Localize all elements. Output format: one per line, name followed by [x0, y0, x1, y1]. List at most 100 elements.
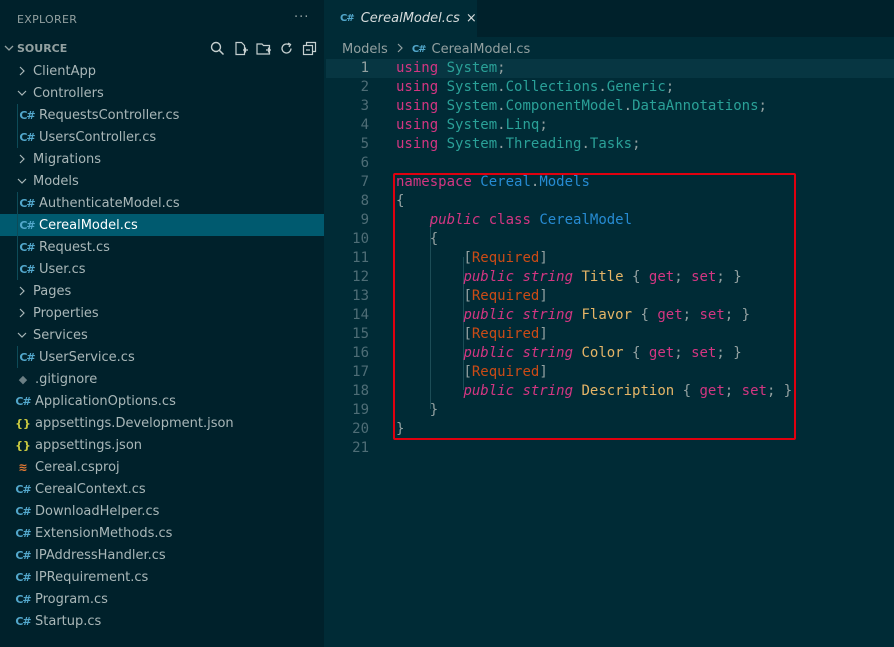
code-text: using System.Linq; — [396, 116, 548, 135]
search-icon[interactable] — [209, 40, 226, 57]
tree-item-label: RequestsController.cs — [39, 107, 180, 123]
tree-file[interactable]: ≋ Cereal.csproj — [0, 456, 324, 478]
tree-item-label: CerealModel.cs — [39, 217, 138, 233]
tree-file[interactable]: C# Startup.cs — [0, 610, 324, 632]
tree-item-label: IPAddressHandler.cs — [35, 547, 166, 563]
line-number: 15 — [352, 326, 369, 342]
line-number: 10 — [352, 231, 369, 247]
code-line[interactable]: 6 — [326, 154, 894, 173]
code-line[interactable]: 21 — [326, 439, 894, 458]
code-token: Threading — [505, 136, 582, 152]
tree-file[interactable]: C# ExtensionMethods.cs — [0, 522, 324, 544]
code-token: . — [497, 98, 506, 114]
source-section-header[interactable]: SOURCE — [0, 37, 324, 59]
tree-item-label: Cereal.csproj — [35, 459, 120, 475]
tree-file[interactable]: C# ApplicationOptions.cs — [0, 390, 324, 412]
explorer-title: EXPLORER — [17, 13, 78, 26]
refresh-icon[interactable] — [278, 40, 295, 57]
tree-item-label: UserService.cs — [39, 349, 135, 365]
code-text: using System; — [396, 59, 506, 78]
tree-indent-guide — [17, 104, 18, 126]
tree-folder[interactable]: Pages — [0, 280, 324, 302]
tree-file[interactable]: {} appsettings.json — [0, 434, 324, 456]
tab-cerealmodel[interactable]: C# CerealModel.cs × — [326, 0, 477, 37]
csharp-file-icon: C# — [19, 108, 35, 122]
code-token: . — [623, 98, 633, 114]
json-file-icon: {} — [15, 416, 31, 430]
tree-file[interactable]: C# RequestsController.cs — [0, 104, 324, 126]
tree-file[interactable]: C# CerealModel.cs — [0, 214, 324, 236]
collapse-all-icon[interactable] — [301, 40, 318, 57]
tree-folder[interactable]: Migrations — [0, 148, 324, 170]
code-token: using — [396, 79, 439, 95]
line-number: 2 — [360, 79, 369, 95]
git-file-icon: ◆ — [18, 372, 28, 386]
tree-file[interactable]: C# IPRequirement.cs — [0, 566, 324, 588]
code-line[interactable]: 4 using System.Linq; — [326, 116, 894, 135]
line-number: 16 — [352, 345, 369, 361]
tree-file[interactable]: C# IPAddressHandler.cs — [0, 544, 324, 566]
tree-item-label: CerealContext.cs — [35, 481, 146, 497]
breadcrumb-file[interactable]: CerealModel.cs — [432, 42, 531, 57]
tree-file[interactable]: C# AuthenticateModel.cs — [0, 192, 324, 214]
csharp-file-icon: C# — [15, 526, 31, 540]
chevron-right-icon — [15, 66, 29, 76]
tree-item-label: Models — [33, 173, 79, 189]
tree-item-label: IPRequirement.cs — [35, 569, 149, 585]
chevron-down-icon — [15, 330, 29, 340]
breadcrumb-folder[interactable]: Models — [342, 42, 388, 57]
code-line[interactable]: 1 using System; — [326, 59, 894, 78]
code-line[interactable]: 5 using System.Threading.Tasks; — [326, 135, 894, 154]
code-token: . — [497, 79, 506, 95]
line-number: 4 — [360, 117, 369, 133]
code-token: . — [581, 136, 590, 152]
tree-file[interactable]: C# CerealContext.cs — [0, 478, 324, 500]
code-text: using System.ComponentModel.DataAnnotati… — [396, 97, 767, 116]
tree-folder[interactable]: Controllers — [0, 82, 324, 104]
tree-file[interactable]: C# UserService.cs — [0, 346, 324, 368]
code-text: using System.Threading.Tasks; — [396, 135, 641, 154]
tree-file[interactable]: {} appsettings.Development.json — [0, 412, 324, 434]
code-token: using — [396, 60, 439, 76]
code-text: using System.Collections.Generic; — [396, 78, 674, 97]
tree-folder[interactable]: ClientApp — [0, 60, 324, 82]
code-token: . — [497, 117, 506, 133]
code-token: . — [598, 79, 607, 95]
chevron-right-icon — [15, 154, 29, 164]
tree-file[interactable]: ◆ .gitignore — [0, 368, 324, 390]
tree-item-label: .gitignore — [35, 371, 98, 387]
tree-folder[interactable]: Properties — [0, 302, 324, 324]
code-token: using — [396, 117, 439, 133]
tree-indent-guide — [17, 236, 18, 258]
new-file-icon[interactable] — [232, 40, 249, 57]
code-line[interactable]: 2 using System.Collections.Generic; — [326, 78, 894, 97]
line-number: 5 — [360, 136, 369, 152]
tree-file[interactable]: C# Request.cs — [0, 236, 324, 258]
tree-folder[interactable]: Models — [0, 170, 324, 192]
tree-file[interactable]: C# Program.cs — [0, 588, 324, 610]
tree-file[interactable]: C# UsersController.cs — [0, 126, 324, 148]
csharp-file-icon: C# — [19, 196, 35, 210]
tree-item-label: Services — [33, 327, 88, 343]
csharp-file-icon: C# — [15, 482, 31, 496]
code-line[interactable]: 3 using System.ComponentModel.DataAnnotat… — [326, 97, 894, 116]
line-number: 19 — [352, 402, 369, 418]
code-token: System — [446, 60, 498, 76]
line-number: 1 — [360, 60, 369, 76]
annotation-highlight-box — [393, 173, 796, 440]
tree-item-label: ExtensionMethods.cs — [35, 525, 173, 541]
tree-file[interactable]: C# DownloadHelper.cs — [0, 500, 324, 522]
new-folder-icon[interactable] — [255, 40, 272, 57]
section-actions — [209, 40, 318, 57]
tree-file[interactable]: C# User.cs — [0, 258, 324, 280]
tree-item-label: Migrations — [33, 151, 102, 167]
tree-indent-guide — [17, 126, 18, 148]
close-icon[interactable]: × — [466, 11, 477, 26]
tree-folder[interactable]: Services — [0, 324, 324, 346]
csharp-file-icon: C# — [19, 350, 35, 364]
more-actions-icon[interactable]: ··· — [294, 10, 309, 25]
csharp-file-icon: C# — [15, 614, 31, 628]
